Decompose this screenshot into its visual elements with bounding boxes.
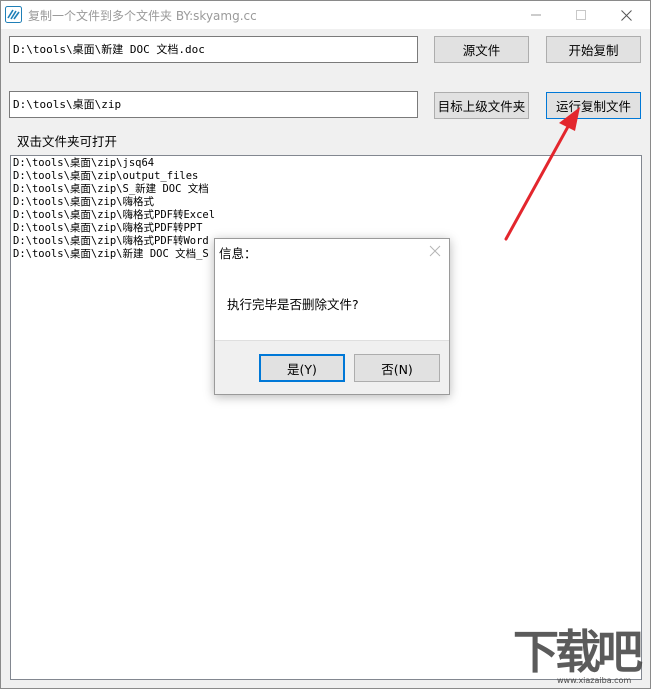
dialog-close-icon[interactable] (427, 243, 443, 259)
dialog-message: 执行完毕是否删除文件? (227, 297, 359, 312)
red-arrow-icon (504, 107, 580, 241)
minimize-icon (531, 14, 541, 16)
dialog-yes-button[interactable]: 是(Y) (259, 354, 345, 382)
target-folder-input[interactable]: D:\tools\桌面\zip (9, 91, 418, 118)
dialog-no-button[interactable]: 否(N) (354, 354, 440, 382)
source-file-button[interactable]: 源文件 (434, 36, 529, 63)
source-file-input[interactable]: D:\tools\桌面\新建 DOC 文档.doc (9, 36, 418, 63)
maximize-button[interactable] (558, 1, 604, 29)
minimize-button[interactable] (513, 1, 559, 29)
maximize-icon (576, 10, 586, 20)
start-copy-button[interactable]: 开始复制 (546, 36, 641, 63)
folder-list-label: 双击文件夹可打开 (17, 134, 118, 149)
window-title: 复制一个文件到多个文件夹 BY:skyamg.cc (28, 9, 257, 23)
close-button[interactable] (603, 1, 649, 29)
dialog-title: 信息： (219, 246, 257, 261)
close-icon (620, 9, 632, 21)
title-bar[interactable]: 复制一个文件到多个文件夹 BY:skyamg.cc (1, 1, 650, 29)
app-logo-icon (5, 6, 22, 23)
info-dialog: 信息： 执行完毕是否删除文件? 是(Y) 否(N) (214, 238, 450, 395)
dialog-footer: 是(Y) 否(N) (215, 340, 449, 394)
app-window: 复制一个文件到多个文件夹 BY:skyamg.cc D:\tools\桌面\新建… (0, 0, 651, 689)
watermark-url: www.xiazaiba.com (557, 676, 632, 685)
